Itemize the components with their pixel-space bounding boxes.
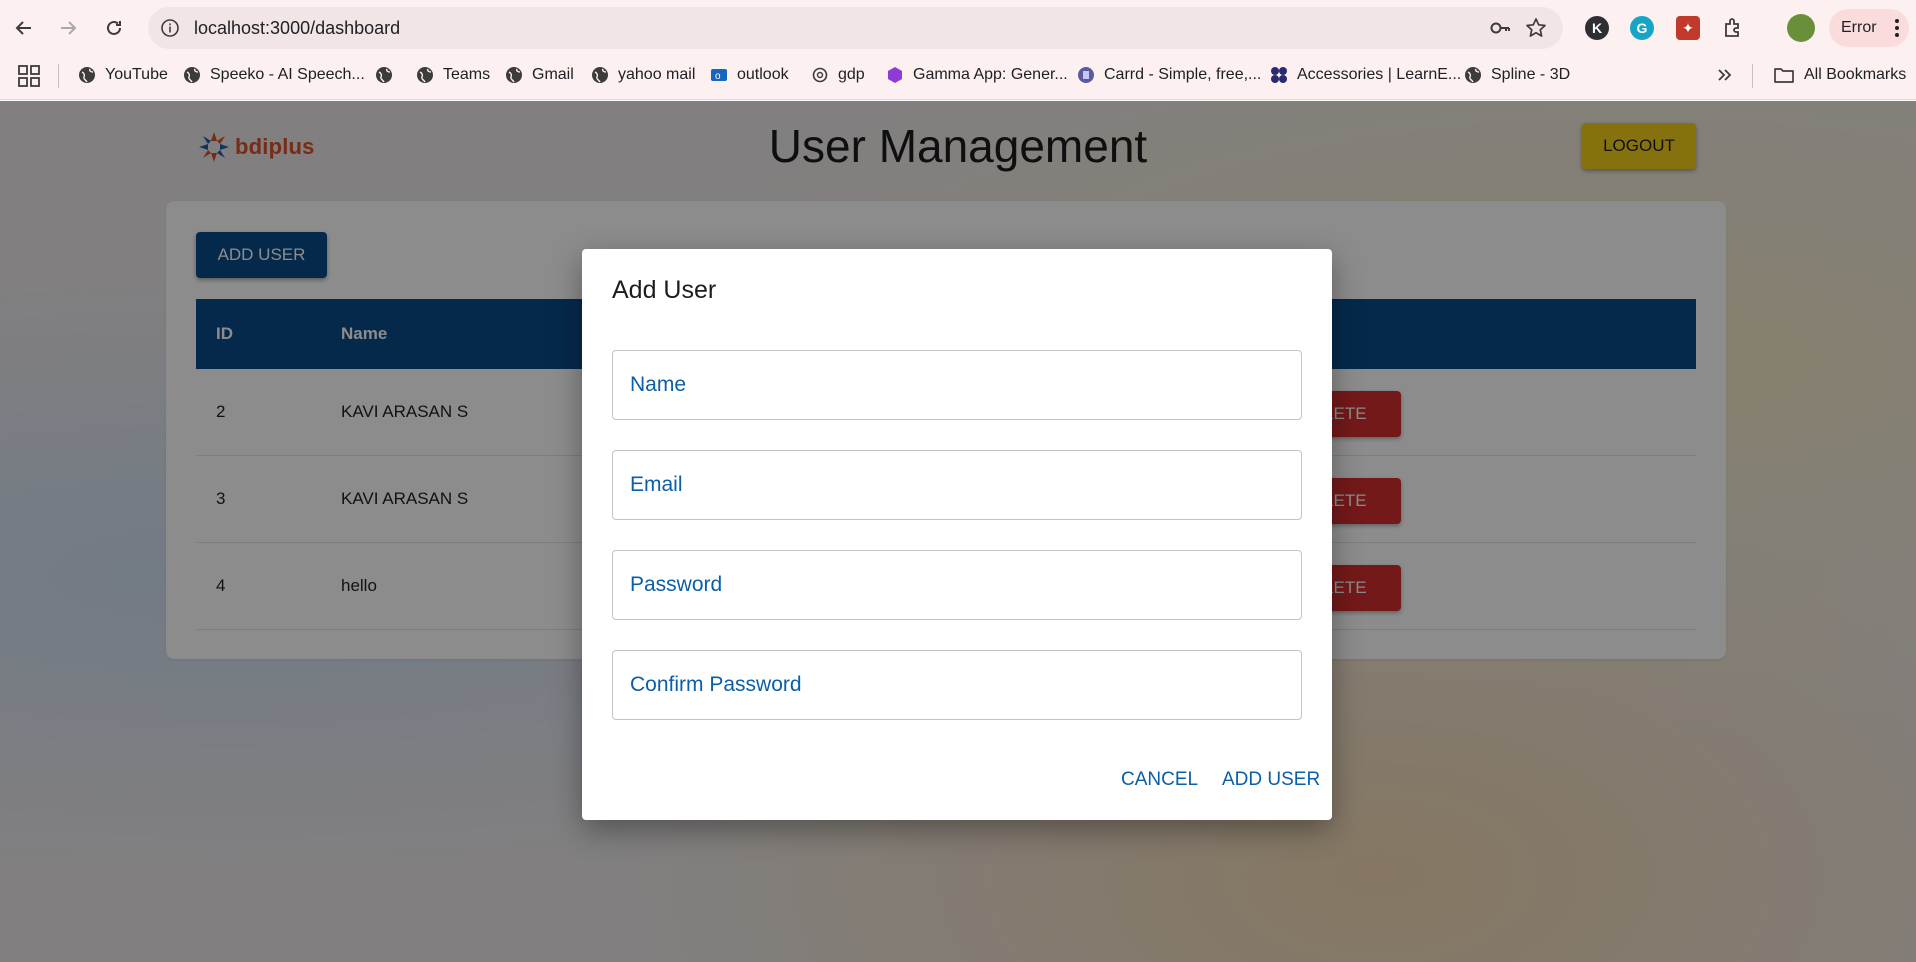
bookmark-accessories[interactable]: Accessories | LearnE... [1270, 64, 1461, 86]
browser-toolbar: localhost:3000/dashboard K G ✦ Error [0, 0, 1916, 56]
bookmark-label: gdp [838, 66, 865, 83]
extension-k-icon[interactable]: K [1585, 16, 1609, 40]
add-user-dialog: Add User CANCEL ADD USER [582, 249, 1332, 820]
globe-icon [184, 67, 200, 83]
reload-icon [107, 20, 121, 35]
bookmark-outlook[interactable]: o outlook [710, 64, 789, 86]
site-info-icon[interactable] [160, 18, 180, 38]
password-key-icon[interactable] [1489, 18, 1511, 38]
learn-icon [1271, 67, 1287, 83]
globe-icon [1465, 67, 1481, 83]
bookmarks-divider [1752, 64, 1753, 88]
bookmark-teams[interactable]: Teams [416, 64, 490, 86]
globe-icon [417, 67, 433, 83]
bookmark-untitled[interactable] [375, 64, 402, 86]
outlook-icon: o [711, 69, 727, 82]
bookmark-label: Gamma App: Gener... [913, 66, 1068, 83]
name-field [612, 350, 1302, 420]
bookmark-label: outlook [737, 66, 789, 83]
bookmarks-divider [58, 64, 59, 88]
bookmark-label: yahoo mail [618, 66, 696, 83]
bookmark-label: Carrd - Simple, free,... [1104, 66, 1262, 83]
profile-avatar[interactable] [1787, 14, 1815, 42]
bookmark-spline[interactable]: Spline - 3D [1464, 64, 1570, 86]
bookmark-gdp[interactable]: gdp [811, 64, 865, 86]
dialog-title: Add User [612, 276, 717, 304]
globe-icon [376, 67, 392, 83]
bookmark-label: Spline - 3D [1491, 66, 1571, 83]
bookmark-youtube[interactable]: YouTube [78, 64, 168, 86]
extension-red-icon[interactable]: ✦ [1676, 16, 1700, 40]
extensions-puzzle-icon[interactable] [1722, 16, 1746, 40]
bookmark-label: Gmail [532, 66, 574, 83]
folder-icon [1774, 68, 1794, 83]
confirm-password-input[interactable] [613, 651, 1301, 719]
back-button[interactable] [8, 12, 40, 44]
arrow-right-icon [61, 21, 77, 35]
arrow-left-icon [15, 21, 31, 35]
bookmark-label: Accessories | LearnE... [1297, 66, 1462, 83]
svg-text:o: o [715, 71, 721, 82]
chevron-double-right-icon[interactable] [1715, 66, 1733, 84]
reload-button[interactable] [98, 12, 130, 44]
carrd-icon [1078, 67, 1094, 83]
submit-add-user-button[interactable]: ADD USER [1222, 769, 1320, 791]
bookmark-gmail[interactable]: Gmail [505, 64, 574, 86]
bookmark-carrd[interactable]: Carrd - Simple, free,... [1077, 64, 1261, 86]
openai-icon [812, 67, 828, 83]
apps-grid-icon[interactable] [18, 65, 40, 87]
more-vertical-icon [1895, 19, 1899, 37]
url-text: localhost:3000/dashboard [194, 18, 401, 38]
address-bar[interactable]: localhost:3000/dashboard [148, 7, 1563, 49]
name-input[interactable] [613, 351, 1301, 419]
globe-icon [506, 67, 522, 83]
all-bookmarks-label: All Bookmarks [1804, 66, 1907, 83]
all-bookmarks[interactable]: All Bookmarks [1773, 64, 1906, 86]
globe-icon [79, 67, 95, 83]
confirm-password-field [612, 650, 1302, 720]
page: bdiplus User Management LOGOUT ADD USER … [0, 101, 1916, 962]
bookmark-label: Teams [443, 66, 491, 83]
extension-grammarly-icon[interactable]: G [1630, 16, 1654, 40]
globe-icon [592, 67, 608, 83]
email-input[interactable] [613, 451, 1301, 519]
forward-button[interactable] [52, 12, 84, 44]
email-field [612, 450, 1302, 520]
bookmark-yahoo-mail[interactable]: yahoo mail [591, 64, 695, 86]
profile-error-label: Error [1841, 19, 1877, 36]
bookmark-star-icon[interactable] [1525, 17, 1547, 39]
bookmark-gamma[interactable]: Gamma App: Gener... [886, 64, 1068, 86]
profile-error-button[interactable]: Error [1829, 9, 1909, 47]
gamma-icon [888, 67, 902, 83]
bookmark-speeko[interactable]: Speeko - AI Speech... [183, 64, 365, 86]
bookmark-label: Speeko - AI Speech... [210, 66, 365, 83]
password-input[interactable] [613, 551, 1301, 619]
cancel-button[interactable]: CANCEL [1121, 769, 1198, 791]
bookmark-label: YouTube [105, 66, 168, 83]
password-field [612, 550, 1302, 620]
